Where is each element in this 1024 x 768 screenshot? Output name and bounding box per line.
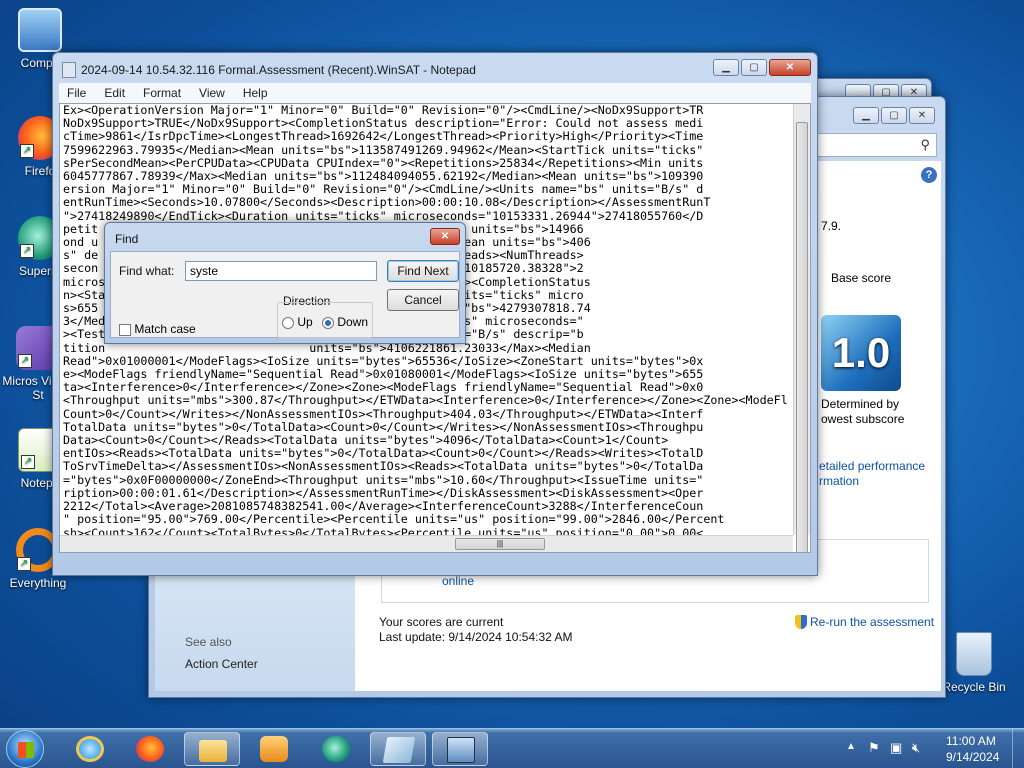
action-center-link[interactable]: Action Center: [185, 657, 258, 671]
show-hidden-icons-icon[interactable]: ▲: [846, 741, 856, 752]
text-line: Count>0</Count></Writes></NonAssessmentI…: [63, 406, 704, 421]
taskbar-notepad[interactable]: [370, 732, 426, 766]
find-dialog[interactable]: Find ✕ Find what: Find Next Cancel Direc…: [104, 222, 466, 344]
taskbar-supermium[interactable]: [308, 732, 364, 766]
match-case-label: Match case: [134, 322, 196, 336]
menu-format[interactable]: Format: [143, 86, 181, 100]
base-score-badge: 1.0: [821, 315, 901, 391]
minimize-button[interactable]: ▁: [713, 59, 739, 76]
media-player-icon: [260, 736, 288, 762]
start-button[interactable]: [6, 730, 44, 768]
maximize-button[interactable]: ▢: [741, 59, 767, 76]
dialog-body: Find what: Find Next Cancel Direction Up…: [110, 251, 460, 338]
supermium-icon: [322, 736, 350, 762]
menu-bar: File Edit Format View Help: [59, 83, 811, 103]
desktop-icon-label: Recycle Bin: [942, 680, 1006, 694]
show-desktop-button[interactable]: [1012, 729, 1024, 768]
dialog-title: Find: [115, 232, 139, 246]
find-what-label: Find what:: [119, 264, 175, 278]
text-line: ToSrvTimeDelta></AssessmentIOs><NonAsses…: [63, 459, 704, 474]
base-score-header: Base score: [831, 271, 892, 285]
determined-by-label: Determined by: [821, 397, 900, 411]
down-radio[interactable]: [322, 316, 334, 329]
taskbar-ie[interactable]: [62, 732, 118, 766]
text-line: " position="95.00">769.00</Percentile><P…: [63, 512, 725, 527]
detailed-performance-link-2[interactable]: rmation: [819, 474, 859, 488]
detailed-performance-link[interactable]: etailed performance: [819, 459, 925, 473]
minimize-button[interactable]: ▁: [853, 107, 879, 124]
firefox-icon: [136, 736, 164, 762]
search-icon[interactable]: ⚲: [920, 137, 930, 153]
system-tray: ▲ ⚑ ▣ 🔇︎ 11:00 AM 9/14/2024: [834, 729, 1024, 768]
down-label: Down: [337, 315, 369, 329]
match-case-option[interactable]: Match case: [119, 322, 196, 336]
online-link[interactable]: online: [442, 574, 474, 588]
help-icon[interactable]: ?: [921, 167, 937, 183]
notepad-icon: [382, 737, 416, 763]
notepad-icon: [62, 62, 76, 78]
menu-view[interactable]: View: [199, 86, 225, 100]
version-fragment: 7.9.: [821, 219, 842, 233]
text-line: ">27418249890</EndTick><Duration units="…: [63, 208, 704, 223]
close-button[interactable]: ✕: [769, 59, 811, 76]
down-option[interactable]: Down: [322, 315, 368, 329]
taskbar-firefox[interactable]: [122, 732, 178, 766]
desktop-icon-label: Everything: [9, 576, 67, 590]
close-button[interactable]: ✕: [909, 107, 935, 124]
action-center-flag-icon[interactable]: ⚑: [868, 740, 880, 756]
folder-icon: [199, 740, 227, 762]
lowest-subscore-label: owest subscore: [821, 412, 905, 426]
horizontal-scrollbar[interactable]: |||: [60, 535, 793, 552]
find-next-button[interactable]: Find Next: [387, 260, 459, 282]
scroll-thumb[interactable]: |||: [455, 538, 545, 550]
address-bar[interactable]: ⚲: [809, 133, 937, 157]
taskbar-media[interactable]: [246, 732, 302, 766]
text-line: <Throughput units="mbs">300.87</Throughp…: [63, 393, 788, 408]
rerun-assessment-link[interactable]: Re-run the assessment: [810, 615, 934, 629]
computer-icon: [18, 8, 62, 52]
shield-icon: [795, 615, 807, 629]
last-update-text: Last update: 9/14/2024 10:54:32 AM: [379, 630, 573, 644]
vertical-scrollbar[interactable]: [793, 104, 810, 552]
scroll-thumb[interactable]: [796, 122, 808, 552]
taskbar-explorer[interactable]: [184, 732, 240, 766]
menu-file[interactable]: File: [67, 86, 86, 100]
taskbar-performance[interactable]: [432, 732, 488, 766]
text-line: entRunTime><Seconds>10.07800</Seconds><D…: [63, 195, 711, 210]
match-case-checkbox[interactable]: [119, 323, 131, 336]
up-option[interactable]: Up: [282, 315, 313, 329]
internet-explorer-icon: [76, 736, 104, 762]
desktop-icon-recycle-bin[interactable]: Recycle Bin: [938, 632, 1010, 694]
text-line: 7599622963.79935</Median><Mean units="bs…: [63, 142, 704, 157]
base-score-value: 1.0: [831, 329, 891, 376]
up-label: Up: [297, 315, 313, 329]
recycle-bin-icon: [956, 632, 992, 676]
menu-edit[interactable]: Edit: [104, 86, 125, 100]
menu-help[interactable]: Help: [243, 86, 268, 100]
window-title: 2024-09-14 10.54.32.116 Formal.Assessmen…: [81, 63, 476, 77]
see-also-heading: See also: [185, 635, 232, 649]
cancel-button[interactable]: Cancel: [387, 289, 459, 311]
direction-group: Up Down: [277, 302, 373, 338]
text-line: ="bytes">0x0F00000000</ZoneEnd><Throughp…: [63, 472, 704, 487]
network-icon[interactable]: ▣: [890, 740, 902, 756]
scores-current-text: Your scores are current: [379, 615, 504, 629]
maximize-button[interactable]: ▢: [881, 107, 907, 124]
windows-logo-icon: [18, 742, 34, 758]
up-radio[interactable]: [282, 316, 294, 329]
close-button[interactable]: ✕: [430, 228, 460, 245]
performance-icon: [447, 737, 475, 763]
find-what-input[interactable]: [185, 261, 377, 281]
volume-muted-icon[interactable]: 🔇︎: [912, 740, 920, 756]
clock-time[interactable]: 11:00 AM: [946, 734, 996, 748]
text-line: cTime>9861</IsrDpcTime><LongestThread>16…: [63, 129, 704, 144]
taskbar: ▲ ⚑ ▣ 🔇︎ 11:00 AM 9/14/2024: [0, 728, 1024, 768]
clock-date[interactable]: 9/14/2024: [946, 750, 999, 764]
